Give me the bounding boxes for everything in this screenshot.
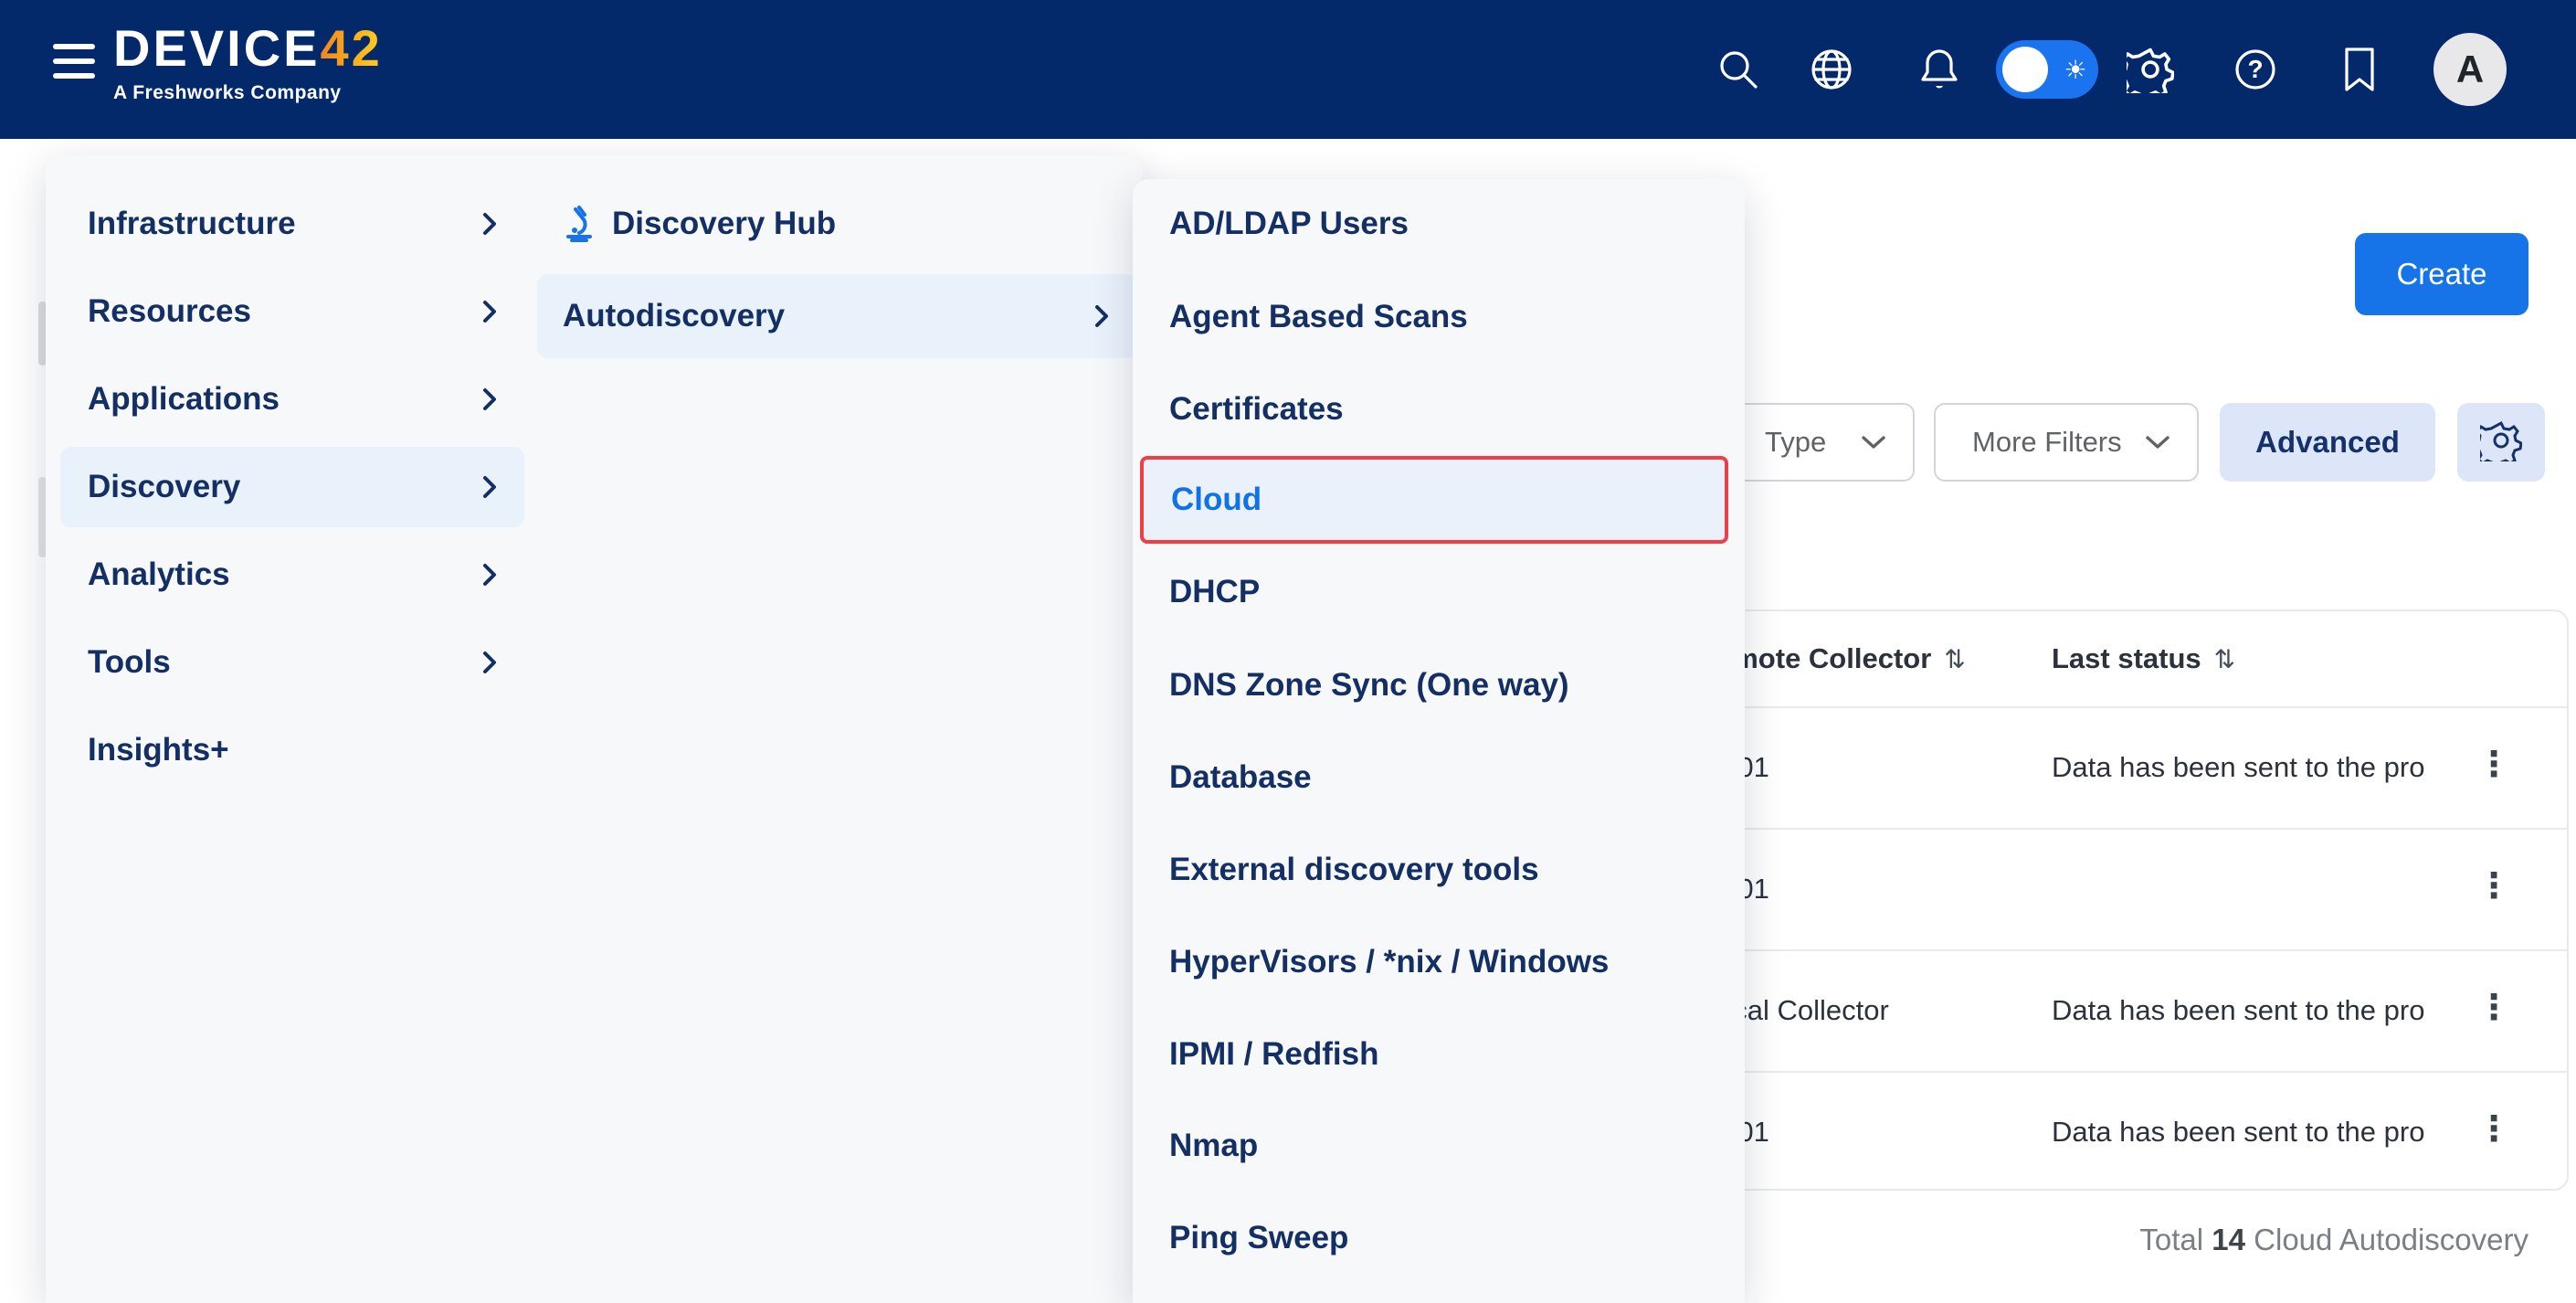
create-button[interactable]: Create — [2355, 233, 2528, 315]
remote-collector-cell: ocal Collector — [1717, 994, 2019, 1027]
menu-item-cloud[interactable]: Cloud — [1144, 460, 1725, 540]
menu-item-autodiscovery[interactable]: Autodiscovery — [537, 274, 1136, 358]
menu-item-dns-zone-sync[interactable]: DNS Zone Sync (One way) — [1155, 644, 1723, 726]
last-status-cell: Data has been sent to the pro — [2052, 751, 2454, 784]
row-actions-kebab-icon[interactable]: ⋮ — [2466, 744, 2521, 784]
menu-item-insights-plus[interactable]: Insights+ — [60, 710, 524, 790]
menu-item-database[interactable]: Database — [1155, 736, 1723, 819]
search-icon[interactable] — [1711, 42, 1766, 97]
menu-item-ipmi-redfish[interactable]: IPMI / Redfish — [1155, 1013, 1723, 1096]
help-icon[interactable]: ? — [2228, 42, 2283, 97]
remote-collector-cell: C01 — [1717, 1116, 2019, 1149]
menu-item-discovery-hub[interactable]: Discovery Hub — [550, 184, 1136, 264]
sort-icon[interactable]: ⇅ — [2214, 644, 2235, 674]
menu-item-certificates[interactable]: Certificates — [1155, 368, 1723, 450]
menu-item-external-discovery-tools[interactable]: External discovery tools — [1155, 829, 1723, 911]
sort-icon[interactable]: ⇅ — [1944, 644, 1965, 674]
row-actions-kebab-icon[interactable]: ⋮ — [2466, 1108, 2521, 1149]
chevron-down-icon — [1860, 426, 1887, 459]
row-actions-kebab-icon[interactable]: ⋮ — [2466, 865, 2521, 906]
mega-menu-panel: Infrastructure Resources Applications Di… — [46, 155, 1142, 1303]
notifications-bell-icon[interactable] — [1912, 42, 1967, 97]
menu-item-tools[interactable]: Tools — [60, 622, 524, 703]
chevron-right-icon — [480, 649, 499, 676]
device42-logo[interactable]: DEVICE42 A Freshworks Company — [113, 20, 383, 104]
globe-icon[interactable] — [1804, 42, 1859, 97]
more-filters-label: More Filters — [1972, 426, 2122, 459]
last-status-cell: Data has been sent to the pro — [2052, 994, 2454, 1027]
menu-item-agent-based-scans[interactable]: Agent Based Scans — [1155, 276, 1723, 358]
column-header-remote-collector: emote Collector⇅ — [1717, 642, 1966, 675]
remote-collector-cell: C01 — [1717, 873, 2019, 906]
menu-item-applications[interactable]: Applications — [60, 359, 524, 440]
chevron-right-icon — [480, 298, 499, 325]
more-filters-dropdown[interactable]: More Filters — [1934, 403, 2199, 482]
chevron-right-icon — [1093, 302, 1111, 330]
menu-item-nmap[interactable]: Nmap — [1155, 1105, 1723, 1187]
chevron-down-icon — [2144, 426, 2171, 459]
column-header-last-status: Last status⇅ — [2052, 642, 2235, 675]
last-status-cell: Data has been sent to the pro — [2052, 1116, 2454, 1149]
chevron-right-icon — [480, 473, 499, 501]
logo-subtitle: A Freshworks Company — [113, 82, 383, 104]
hamburger-menu-icon[interactable] — [53, 44, 95, 95]
chevron-right-icon — [480, 210, 499, 238]
total-count: 14 — [2212, 1223, 2245, 1256]
sun-icon: ☀ — [2053, 40, 2098, 99]
chevron-right-icon — [480, 561, 499, 588]
theme-toggle-switch[interactable]: ☀ — [1996, 40, 2098, 99]
menu-item-resources[interactable]: Resources — [60, 271, 524, 352]
menu-item-ad-ldap-users[interactable]: AD/LDAP Users — [1155, 183, 1723, 265]
settings-gear-icon[interactable] — [2123, 42, 2178, 97]
toggle-knob — [2002, 47, 2048, 92]
top-navbar: DEVICE42 A Freshworks Company ☀ ? A — [0, 0, 2576, 139]
remote-collector-cell: C01 — [1717, 751, 2019, 784]
menu-item-ping-sweep[interactable]: Ping Sweep — [1155, 1197, 1723, 1279]
gear-icon — [2480, 419, 2522, 466]
row-actions-kebab-icon[interactable]: ⋮ — [2466, 987, 2521, 1027]
type-filter-label: Type — [1765, 426, 1826, 459]
menu-item-dhcp[interactable]: DHCP — [1155, 551, 1723, 633]
menu-item-infrastructure[interactable]: Infrastructure — [60, 184, 524, 264]
user-avatar[interactable]: A — [2433, 33, 2507, 106]
table-total-summary: Total 14 Cloud Autodiscovery — [1736, 1223, 2528, 1257]
menu-item-discovery[interactable]: Discovery — [60, 447, 524, 527]
bookmark-icon[interactable] — [2332, 42, 2387, 97]
discovery-hub-icon — [563, 206, 596, 242]
menu-item-analytics[interactable]: Analytics — [60, 535, 524, 615]
device42-app: Create Type More Filters Advanced — [0, 0, 2576, 1303]
menu-item-cloud-highlight-box: Cloud — [1140, 456, 1728, 544]
advanced-button[interactable]: Advanced — [2220, 403, 2435, 482]
autodiscovery-submenu-panel: AD/LDAP Users Agent Based Scans Certific… — [1133, 179, 1745, 1303]
chevron-right-icon — [480, 386, 499, 413]
menu-item-hypervisors-nix-windows[interactable]: HyperVisors / *nix / Windows — [1155, 921, 1723, 1003]
table-settings-button[interactable] — [2457, 403, 2545, 482]
